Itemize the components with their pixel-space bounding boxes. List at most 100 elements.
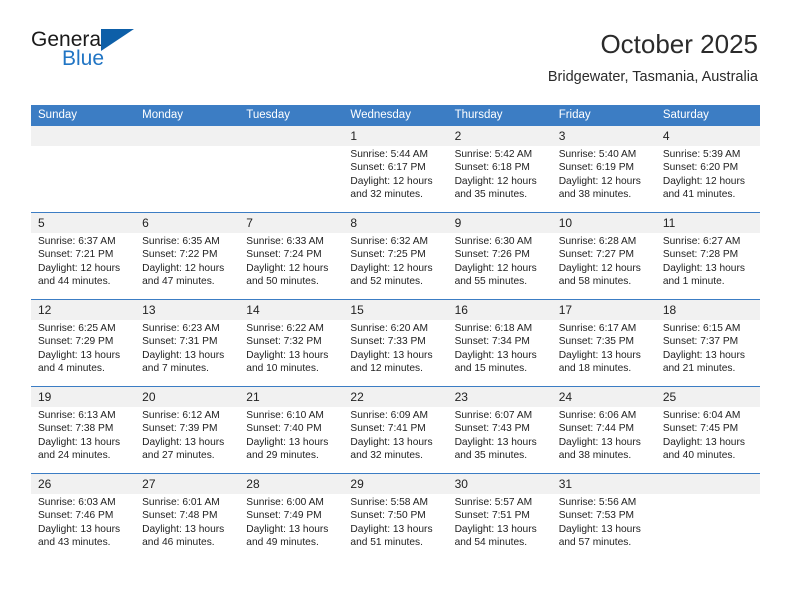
day-detail-lines: Sunrise: 6:22 AM Sunset: 7:32 PM Daylight:… [239,320,343,375]
day-number: 29 [343,474,448,494]
weekday-header-thursday: Thursday [447,105,552,126]
daylight-line-1: Daylight: 13 hours [454,349,537,361]
calendar-day-cell: 22 Sunrise: 6:09 AM Sunset: 7:41 PM Dayligh… [343,386,448,474]
calendar-day-cell: 16 Sunrise: 6:18 AM Sunset: 7:34 PM Dayligh… [447,299,552,387]
day-number: 31 [551,474,656,494]
sunset-line: Sunset: 6:18 PM [454,162,530,174]
calendar-week-row: 5 Sunrise: 6:37 AM Sunset: 7:21 PM Daylight… [31,212,760,300]
daylight-line-1: Daylight: 13 hours [558,523,641,535]
daylight-line-1: Daylight: 13 hours [350,523,433,535]
daylight-line-1: Daylight: 12 hours [142,262,225,274]
sunrise-line: Sunrise: 6:22 AM [246,323,324,334]
sunrise-line: Sunrise: 5:57 AM [454,497,533,508]
sunrise-line: Sunrise: 6:32 AM [350,236,429,247]
day-number [135,126,240,146]
sunrise-line: Sunrise: 6:10 AM [246,410,324,421]
daylight-line-1: Daylight: 13 hours [558,349,641,361]
daylight-line-2: and 47 minutes. [142,275,215,287]
weekday-header-wednesday: Wednesday [343,105,448,126]
day-number: 20 [135,387,240,407]
sunrise-line: Sunrise: 6:35 AM [142,236,220,247]
daylight-line-2: and 35 minutes. [454,188,528,200]
daylight-line-2: and 18 minutes. [558,362,632,374]
sunset-line: Sunset: 7:32 PM [246,336,322,348]
calendar-day-cell: 4 Sunrise: 5:39 AM Sunset: 6:20 PM Daylight… [655,125,760,213]
daylight-line-2: and 29 minutes. [246,449,319,461]
sunrise-line: Sunrise: 5:58 AM [350,497,429,508]
daylight-line-1: Daylight: 12 hours [558,262,641,274]
daylight-line-2: and 55 minutes. [454,275,528,287]
day-detail-lines: Sunrise: 6:12 AM Sunset: 7:39 PM Daylight:… [135,407,239,462]
sunset-line: Sunset: 6:17 PM [350,162,426,174]
day-number: 25 [655,387,760,407]
daylight-line-2: and 24 minutes. [38,449,111,461]
calendar-day-cell: 6 Sunrise: 6:35 AM Sunset: 7:22 PM Daylight… [135,212,240,300]
day-number: 10 [551,213,656,233]
sunset-line: Sunset: 7:46 PM [38,510,114,522]
daylight-line-2: and 57 minutes. [558,536,632,548]
day-detail-lines: Sunrise: 6:28 AM Sunset: 7:27 PM Daylight:… [552,233,656,288]
daylight-line-1: Daylight: 12 hours [454,262,537,274]
daylight-line-2: and 21 minutes. [662,362,736,374]
day-number: 6 [135,213,240,233]
sunset-line: Sunset: 7:51 PM [454,510,530,522]
sunset-line: Sunset: 7:45 PM [662,423,739,435]
day-number: 5 [31,213,136,233]
day-number [31,126,136,146]
calendar-day-cell: 30 Sunrise: 5:57 AM Sunset: 7:51 PM Dayligh… [447,473,552,561]
daylight-line-1: Daylight: 12 hours [350,175,433,187]
calendar-day-cell: 24 Sunrise: 6:06 AM Sunset: 7:44 PM Dayligh… [551,386,656,474]
calendar-day-cell: 14 Sunrise: 6:22 AM Sunset: 7:32 PM Dayligh… [239,299,344,387]
daylight-line-1: Daylight: 13 hours [350,436,433,448]
sunrise-line: Sunrise: 5:44 AM [350,149,429,160]
sunset-line: Sunset: 7:21 PM [38,249,114,261]
day-detail-lines: Sunrise: 6:03 AM Sunset: 7:46 PM Daylight:… [31,494,135,549]
logo-text-blue: Blue [62,47,105,70]
daylight-line-2: and 41 minutes. [662,188,736,200]
daylight-line-2: and 50 minutes. [246,275,319,287]
day-detail-lines: Sunrise: 5:39 AM Sunset: 6:20 PM Daylight:… [656,146,760,201]
sunrise-line: Sunrise: 6:23 AM [142,323,220,334]
calendar-day-cell: 26 Sunrise: 6:03 AM Sunset: 7:46 PM Dayligh… [31,473,136,561]
day-number: 9 [447,213,552,233]
sunrise-sunset-calendar: Sunday Monday Tuesday Wednesday Thursday… [31,105,760,561]
sunset-line: Sunset: 6:19 PM [558,162,635,174]
calendar-day-cell: 28 Sunrise: 6:00 AM Sunset: 7:49 PM Dayligh… [239,473,344,561]
calendar-page: General Blue October 2025 Bridgewater, T… [0,0,792,612]
day-detail-lines: Sunrise: 6:25 AM Sunset: 7:29 PM Daylight:… [31,320,135,375]
daylight-line-2: and 10 minutes. [246,362,319,374]
day-detail-lines: Sunrise: 6:32 AM Sunset: 7:25 PM Daylight:… [343,233,447,288]
calendar-day-cell: 19 Sunrise: 6:13 AM Sunset: 7:38 PM Dayligh… [31,386,136,474]
daylight-line-2: and 15 minutes. [454,362,528,374]
day-number: 4 [655,126,760,146]
calendar-day-cell: 12 Sunrise: 6:25 AM Sunset: 7:29 PM Dayligh… [31,299,136,387]
calendar-week-row: 19 Sunrise: 6:13 AM Sunset: 7:38 PM Dayligh… [31,386,760,474]
daylight-line-1: Daylight: 12 hours [454,175,537,187]
sunrise-line: Sunrise: 6:28 AM [558,236,637,247]
sunrise-line: Sunrise: 6:25 AM [38,323,116,334]
day-detail-lines: Sunrise: 6:33 AM Sunset: 7:24 PM Daylight:… [239,233,343,288]
day-detail-lines: Sunrise: 6:20 AM Sunset: 7:33 PM Daylight:… [343,320,447,375]
sunrise-line: Sunrise: 6:03 AM [38,497,116,508]
daylight-line-1: Daylight: 12 hours [662,175,745,187]
weekday-header-sunday: Sunday [31,105,136,126]
calendar-day-cell-empty [31,125,136,213]
daylight-line-2: and 58 minutes. [558,275,632,287]
day-detail-lines: Sunrise: 6:13 AM Sunset: 7:38 PM Daylight:… [31,407,135,462]
day-detail-lines: Sunrise: 5:42 AM Sunset: 6:18 PM Daylight:… [448,146,552,201]
weekday-header-saturday: Saturday [655,105,760,126]
day-number: 15 [343,300,448,320]
daylight-line-2: and 38 minutes. [558,188,632,200]
daylight-line-1: Daylight: 13 hours [142,436,225,448]
day-detail-lines: Sunrise: 6:15 AM Sunset: 7:37 PM Daylight:… [656,320,760,375]
sunrise-line: Sunrise: 6:07 AM [454,410,533,421]
sunrise-line: Sunrise: 5:56 AM [558,497,637,508]
day-detail-lines: Sunrise: 6:35 AM Sunset: 7:22 PM Daylight:… [135,233,239,288]
day-number: 11 [655,213,760,233]
day-number: 7 [239,213,344,233]
day-number: 30 [447,474,552,494]
calendar-header-row: Sunday Monday Tuesday Wednesday Thursday… [31,105,760,126]
calendar-day-cell: 27 Sunrise: 6:01 AM Sunset: 7:48 PM Dayligh… [135,473,240,561]
calendar-day-cell: 2 Sunrise: 5:42 AM Sunset: 6:18 PM Daylight… [447,125,552,213]
day-number: 24 [551,387,656,407]
